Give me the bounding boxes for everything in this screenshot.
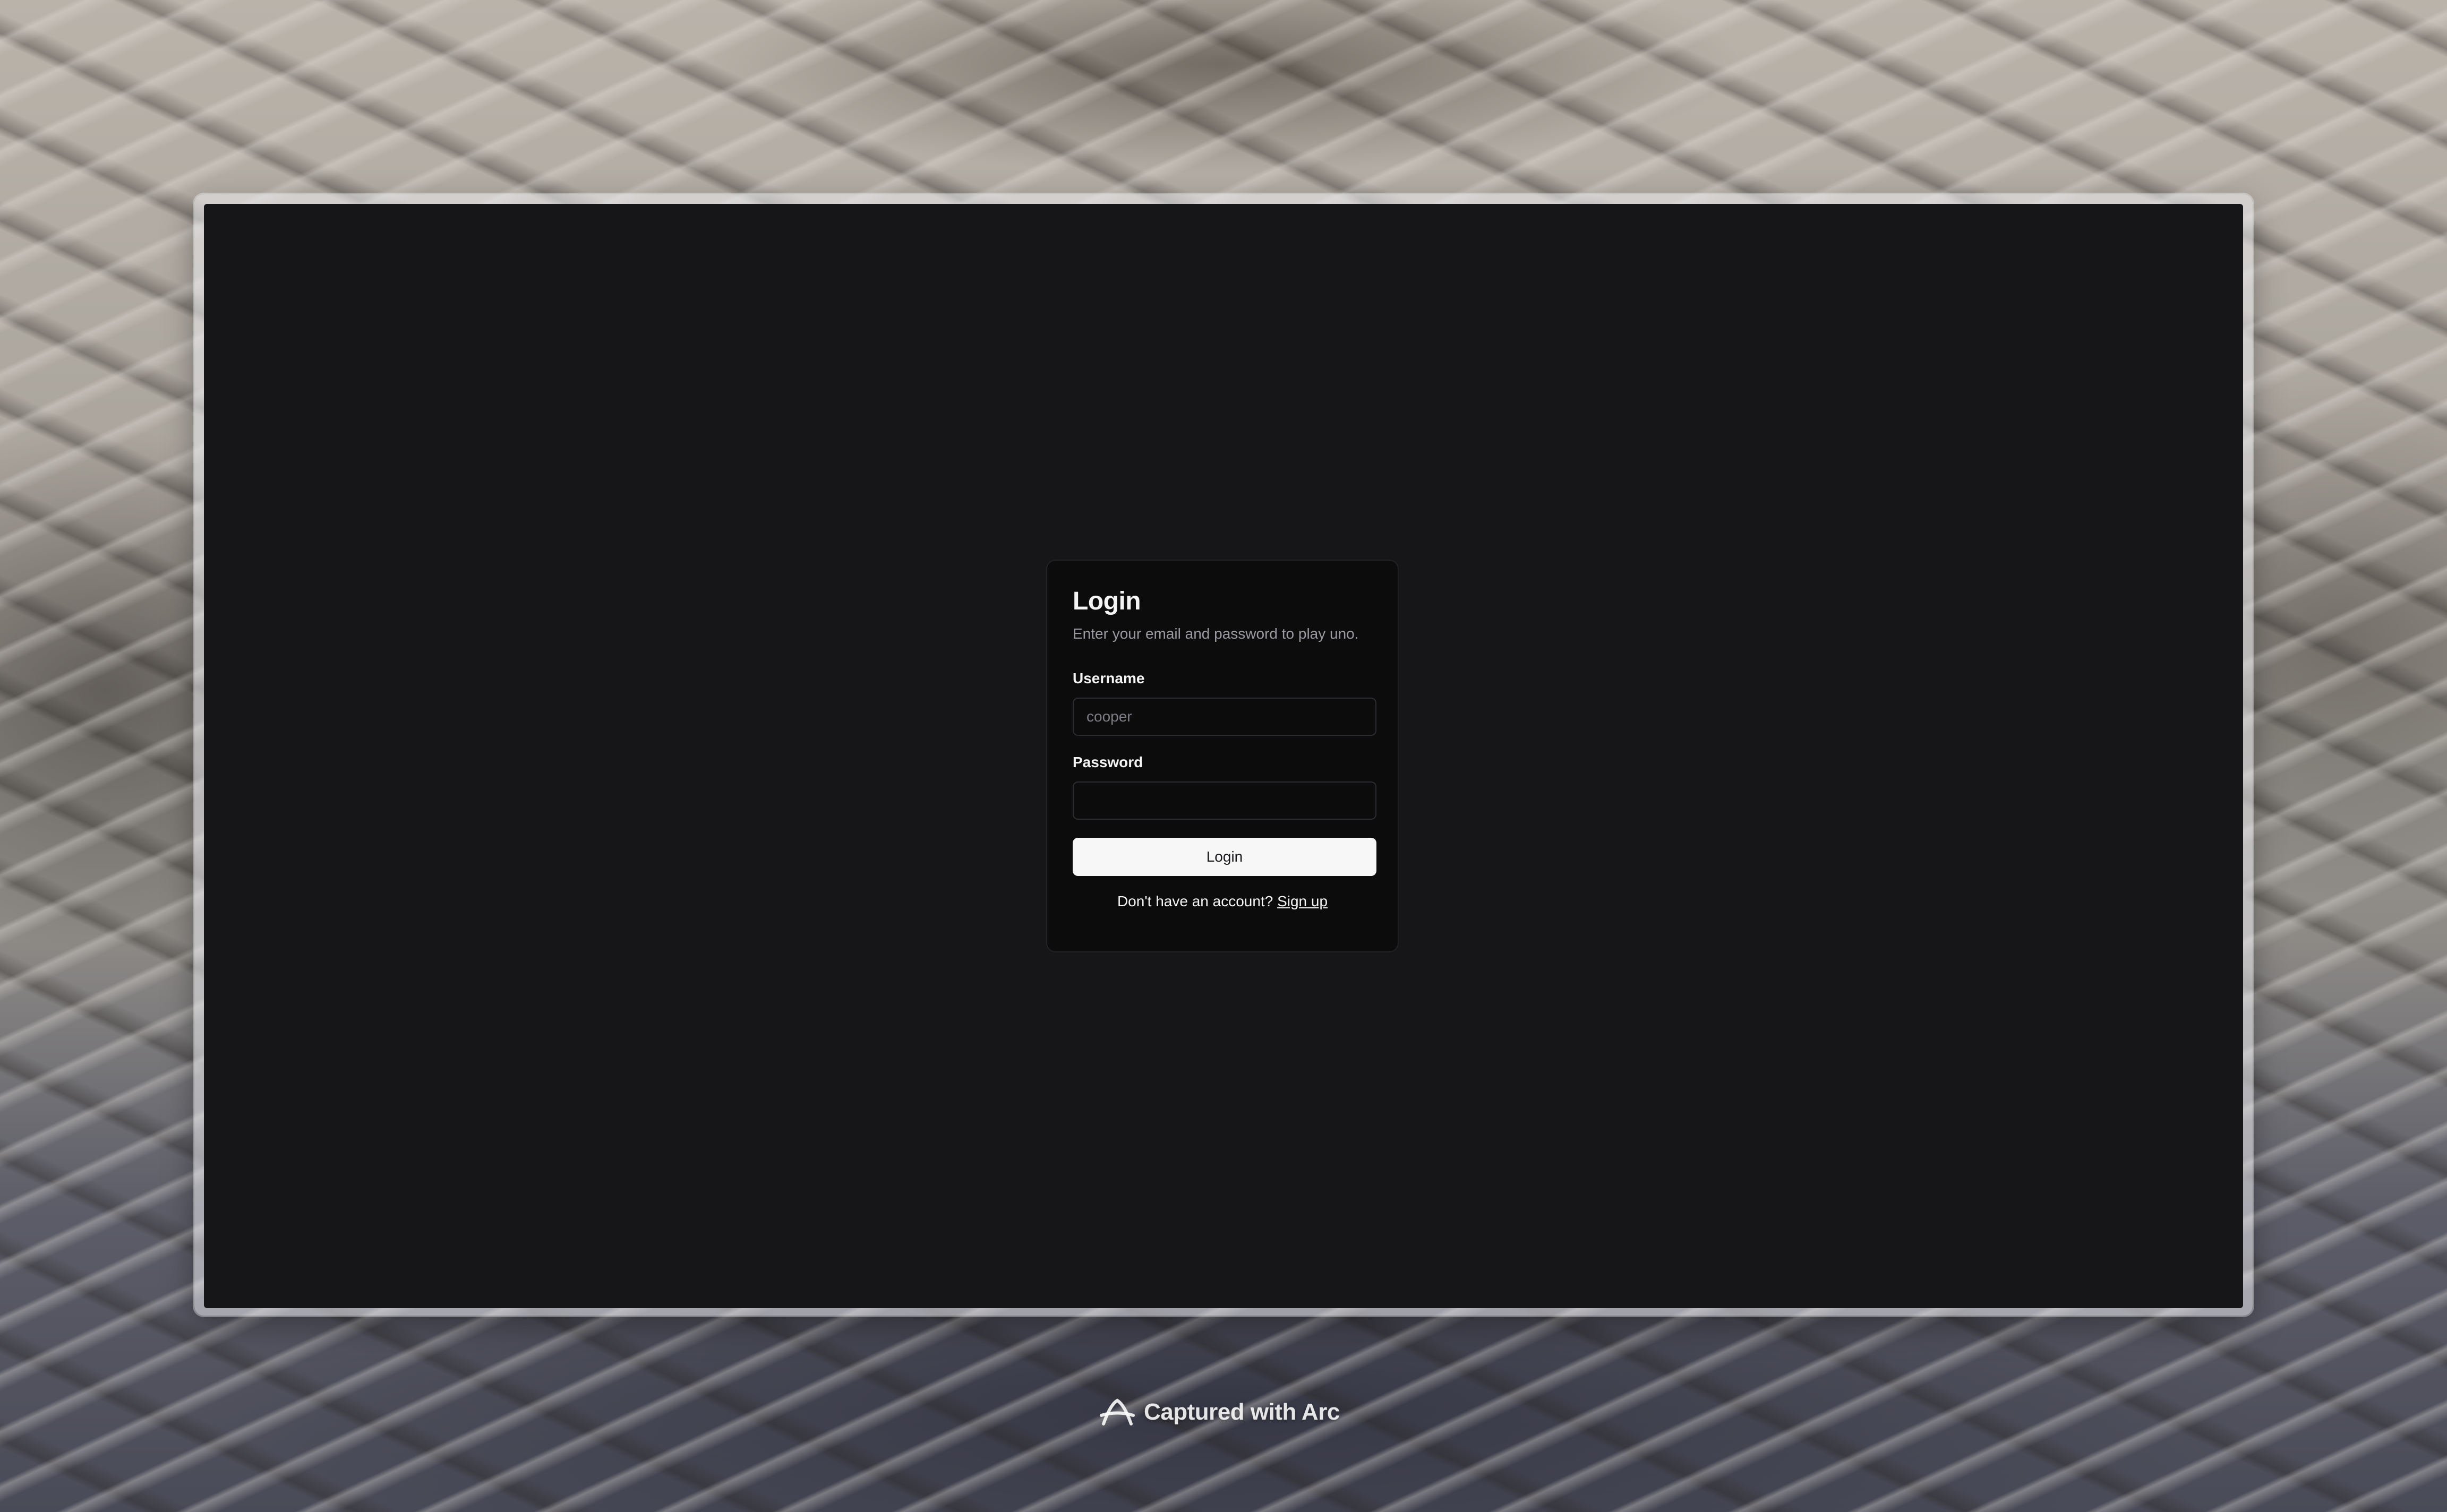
signup-row: Don't have an account? Sign up [1073, 892, 1372, 911]
username-input[interactable] [1073, 698, 1376, 736]
login-description: Enter your email and password to play un… [1073, 625, 1359, 642]
login-title: Login [1073, 587, 1141, 615]
browser-viewport: Login Enter your email and password to p… [204, 204, 2243, 1308]
arc-logo-icon [1100, 1398, 1135, 1425]
watermark-text: Captured with Arc [1144, 1399, 1340, 1425]
login-card: Login Enter your email and password to p… [1046, 560, 1399, 952]
password-input[interactable] [1073, 781, 1376, 820]
signup-link[interactable]: Sign up [1277, 893, 1328, 909]
login-button[interactable]: Login [1073, 838, 1376, 876]
signup-prompt: Don't have an account? [1117, 893, 1273, 909]
arc-watermark: Captured with Arc [1098, 1391, 1340, 1433]
username-label: Username [1073, 670, 1145, 686]
password-label: Password [1073, 754, 1143, 770]
